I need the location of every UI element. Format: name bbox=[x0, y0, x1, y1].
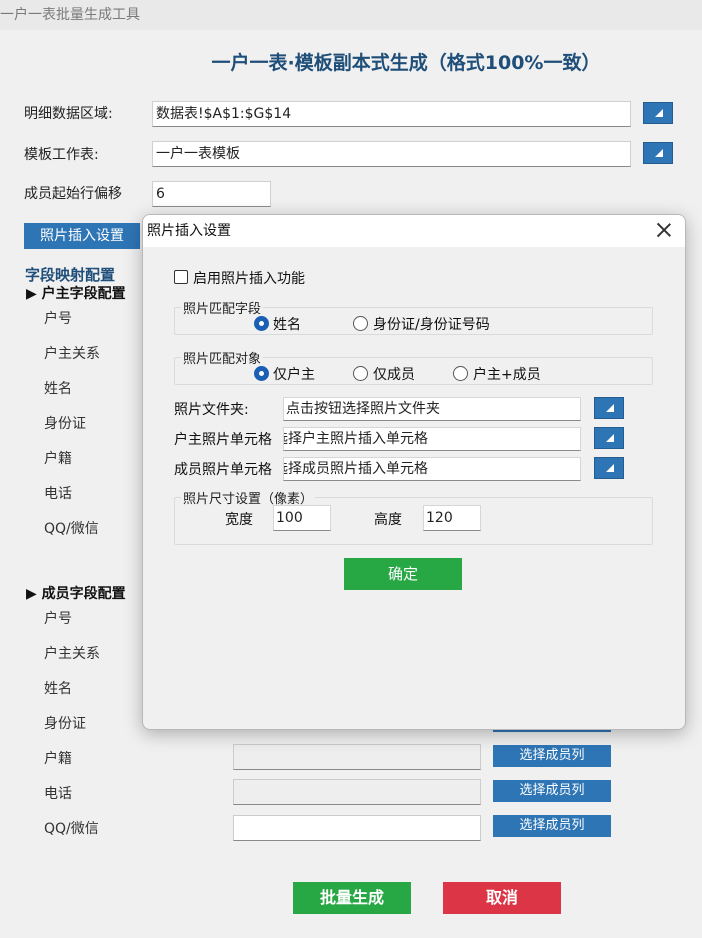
ok-button[interactable]: 确定 bbox=[344, 558, 462, 590]
match-field-name-label: 姓名 bbox=[273, 317, 301, 333]
match-target-member-radio[interactable] bbox=[353, 366, 368, 381]
owner-section-toggle[interactable]: ▶ 户主字段配置 bbox=[26, 283, 126, 303]
match-field-name-radio[interactable] bbox=[254, 316, 269, 331]
template-sheet-label: 模板工作表: bbox=[24, 147, 99, 163]
owner-section-label: 户主字段配置 bbox=[41, 286, 126, 302]
owner-field-label: 户号 bbox=[44, 311, 72, 327]
member-photo-cell-pick-button[interactable] bbox=[594, 457, 624, 479]
template-sheet-input[interactable]: 一户一表模板 bbox=[152, 141, 631, 167]
owner-photo-cell-pick-button[interactable] bbox=[594, 427, 624, 449]
match-target-owner-radio[interactable] bbox=[254, 366, 269, 381]
member-column-input[interactable] bbox=[233, 815, 481, 841]
owner-photo-cell-label: 户主照片单元格 bbox=[174, 432, 272, 448]
cancel-button[interactable]: 取消 bbox=[443, 882, 561, 914]
member-field-label: 户籍 bbox=[44, 751, 72, 767]
member-field-label: 户主关系 bbox=[44, 646, 100, 662]
height-input[interactable]: 120 bbox=[423, 505, 481, 531]
enable-photo-label: 启用照片插入功能 bbox=[193, 271, 305, 287]
match-target-member-label: 仅成员 bbox=[373, 367, 415, 383]
dialog-title: 照片插入设置 bbox=[143, 215, 685, 247]
member-offset-label: 成员起始行偏移 bbox=[24, 186, 122, 202]
batch-generate-button[interactable]: 批量生成 bbox=[293, 882, 411, 914]
member-field-label: QQ/微信 bbox=[44, 821, 99, 837]
photo-settings-dialog: 照片插入设置 启用照片插入功能 照片匹配字段 姓名 身份证/身份证号码 照片匹配… bbox=[142, 214, 686, 730]
match-target-both-label: 户主+成员 bbox=[473, 367, 541, 383]
page-title: 一户一表·模板副本式生成（格式100%一致） bbox=[211, 52, 601, 74]
owner-field-label: 电话 bbox=[44, 486, 72, 502]
owner-field-label: 身份证 bbox=[44, 416, 86, 432]
member-column-input[interactable] bbox=[233, 779, 481, 805]
match-target-owner-label: 仅户主 bbox=[273, 367, 315, 383]
template-sheet-pick-button[interactable] bbox=[643, 142, 673, 164]
owner-field-label: 户籍 bbox=[44, 451, 72, 467]
member-photo-cell-input[interactable]: 选择成员照片插入单元格 bbox=[283, 457, 581, 481]
member-offset-input[interactable]: 6 bbox=[152, 181, 271, 207]
member-section-label: 成员字段配置 bbox=[41, 586, 126, 602]
enable-photo-checkbox[interactable] bbox=[174, 270, 188, 284]
owner-photo-cell-input[interactable]: 选择户主照片插入单元格 bbox=[283, 427, 581, 451]
detail-range-pick-button[interactable] bbox=[643, 102, 673, 124]
close-icon[interactable] bbox=[655, 221, 673, 239]
detail-range-label: 明细数据区域: bbox=[24, 106, 113, 122]
member-section-toggle[interactable]: ▶ 成员字段配置 bbox=[26, 583, 126, 603]
width-label: 宽度 bbox=[225, 512, 253, 528]
member-field-label: 电话 bbox=[44, 786, 72, 802]
match-field-idcard-label: 身份证/身份证号码 bbox=[373, 317, 490, 333]
window-title: 一户一表批量生成工具 bbox=[0, 0, 702, 30]
photo-folder-pick-button[interactable] bbox=[594, 397, 624, 419]
match-field-legend: 照片匹配字段 bbox=[181, 298, 264, 317]
match-field-idcard-radio[interactable] bbox=[353, 316, 368, 331]
photo-folder-label: 照片文件夹: bbox=[174, 402, 249, 418]
height-label: 高度 bbox=[374, 512, 402, 528]
select-member-column-button[interactable]: 选择成员列 bbox=[493, 745, 611, 767]
owner-field-label: 姓名 bbox=[44, 381, 72, 397]
width-input[interactable]: 100 bbox=[273, 505, 331, 531]
owner-field-label: QQ/微信 bbox=[44, 521, 99, 537]
photo-settings-button[interactable]: 照片插入设置 bbox=[24, 223, 140, 249]
expand-arrow-icon: ▶ bbox=[26, 286, 37, 302]
member-photo-cell-label: 成员照片单元格 bbox=[174, 462, 272, 478]
member-field-label: 户号 bbox=[44, 611, 72, 627]
match-target-legend: 照片匹配对象 bbox=[181, 348, 264, 367]
member-field-label: 身份证 bbox=[44, 716, 86, 732]
detail-range-input[interactable]: 数据表!$A$1:$G$14 bbox=[152, 101, 631, 127]
expand-arrow-icon: ▶ bbox=[26, 586, 37, 602]
member-column-input[interactable] bbox=[233, 744, 481, 770]
member-field-label: 姓名 bbox=[44, 681, 72, 697]
owner-field-label: 户主关系 bbox=[44, 346, 100, 362]
photo-folder-input[interactable]: 点击按钮选择照片文件夹 bbox=[283, 397, 581, 421]
select-member-column-button[interactable]: 选择成员列 bbox=[493, 815, 611, 837]
select-member-column-button[interactable]: 选择成员列 bbox=[493, 780, 611, 802]
mapping-title: 字段映射配置 bbox=[25, 266, 116, 284]
match-target-both-radio[interactable] bbox=[453, 366, 468, 381]
